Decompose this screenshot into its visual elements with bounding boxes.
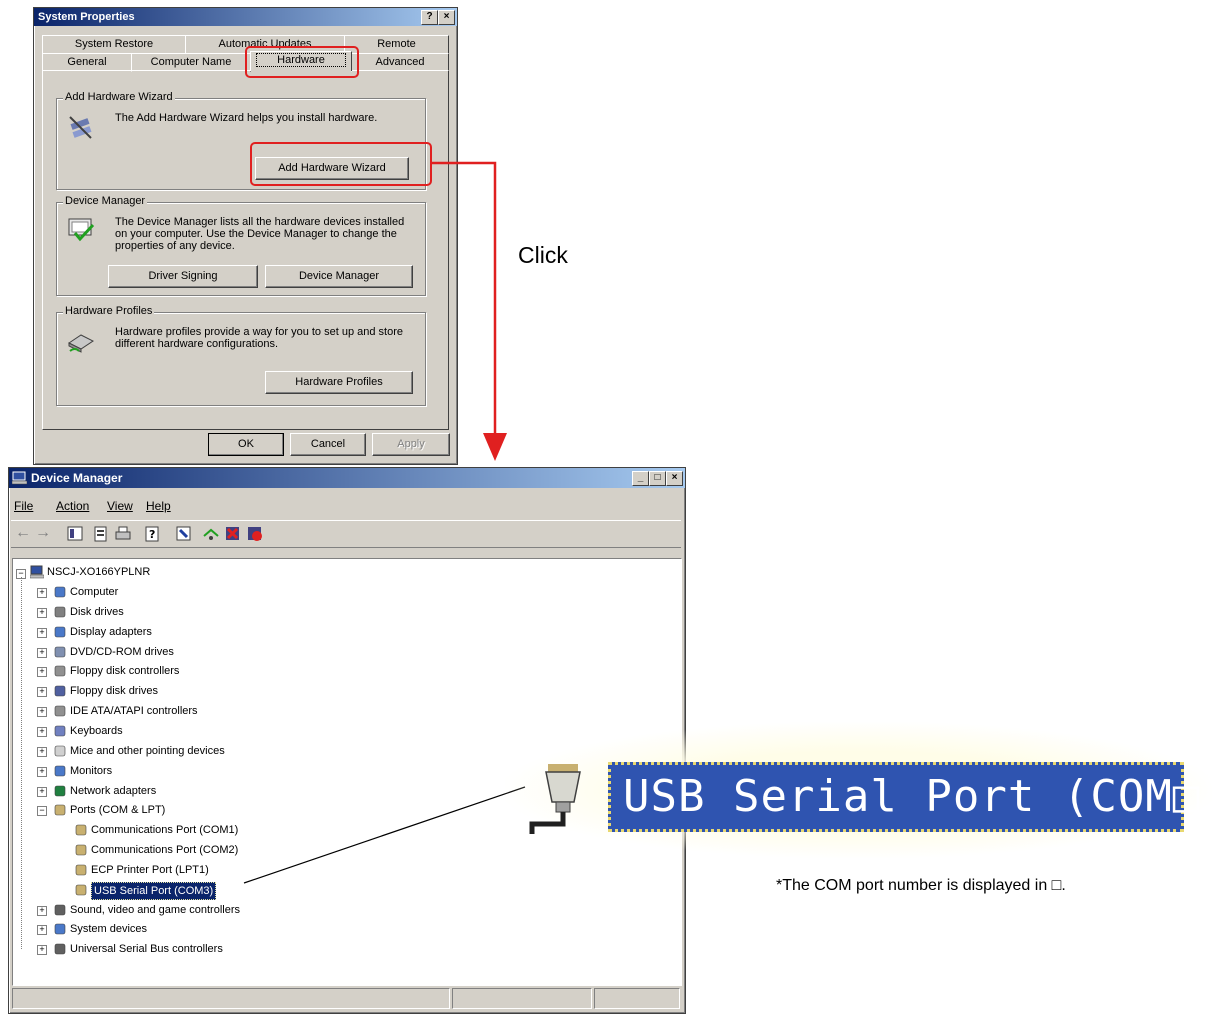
tab-hardware[interactable]: Hardware — [250, 51, 352, 71]
serial-port-icon — [529, 764, 581, 834]
com-port-note: *The COM port number is displayed in □. — [776, 877, 1066, 894]
leader-line — [243, 786, 526, 884]
zoom-usb-serial-port-label: USB Serial Port (COM□) — [608, 762, 1212, 832]
